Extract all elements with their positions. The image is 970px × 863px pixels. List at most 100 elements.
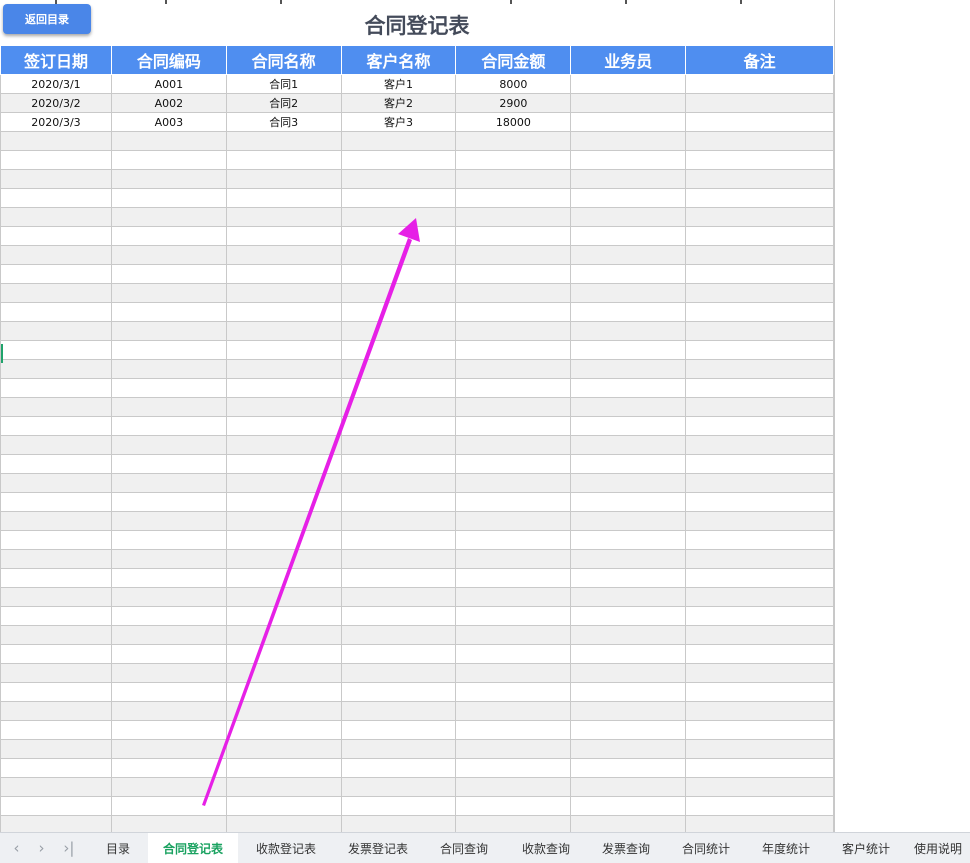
table-cell[interactable] — [685, 815, 834, 832]
table-cell[interactable] — [110, 245, 227, 265]
table-cell[interactable] — [685, 283, 834, 303]
table-cell[interactable]: 合同2 — [225, 93, 342, 113]
table-cell[interactable] — [0, 492, 112, 512]
table-cell[interactable] — [455, 226, 572, 246]
table-cell[interactable] — [110, 796, 227, 816]
table-cell[interactable] — [685, 435, 834, 455]
table-cell[interactable] — [570, 644, 687, 664]
table-cell[interactable] — [340, 454, 457, 474]
table-cell[interactable] — [455, 207, 572, 227]
table-cell[interactable] — [0, 758, 112, 778]
table-cell[interactable]: 2020/3/1 — [0, 74, 112, 94]
table-cell[interactable] — [570, 302, 687, 322]
table-cell[interactable] — [455, 739, 572, 759]
table-cell[interactable] — [570, 378, 687, 398]
table-cell[interactable] — [570, 625, 687, 645]
table-cell[interactable] — [685, 777, 834, 797]
tab-receipt-register[interactable]: 收款登记表 — [238, 833, 334, 863]
table-cell[interactable] — [340, 226, 457, 246]
table-cell[interactable] — [570, 93, 687, 113]
table-cell[interactable] — [110, 568, 227, 588]
table-cell[interactable] — [0, 416, 112, 436]
table-cell[interactable] — [340, 815, 457, 832]
table-cell[interactable] — [685, 587, 834, 607]
table-cell[interactable] — [0, 435, 112, 455]
table-cell[interactable]: 18000 — [455, 112, 572, 132]
table-cell[interactable] — [570, 549, 687, 569]
table-cell[interactable] — [110, 739, 227, 759]
table-cell[interactable] — [570, 587, 687, 607]
table-cell[interactable] — [110, 492, 227, 512]
table-cell[interactable] — [0, 454, 112, 474]
table-cell[interactable] — [340, 644, 457, 664]
table-cell[interactable] — [340, 416, 457, 436]
table-cell[interactable] — [0, 701, 112, 721]
table-cell[interactable] — [225, 131, 342, 151]
table-cell[interactable] — [225, 283, 342, 303]
table-cell[interactable] — [685, 454, 834, 474]
table-cell[interactable] — [570, 283, 687, 303]
tab-invoice-query[interactable]: 发票查询 — [586, 833, 666, 863]
table-cell[interactable] — [0, 207, 112, 227]
tab-instructions[interactable]: 使用说明 — [906, 833, 970, 863]
table-cell[interactable] — [110, 397, 227, 417]
table-cell[interactable] — [570, 435, 687, 455]
table-cell[interactable]: A003 — [110, 112, 227, 132]
table-cell[interactable] — [685, 416, 834, 436]
table-cell[interactable] — [110, 530, 227, 550]
table-cell[interactable] — [455, 587, 572, 607]
table-cell[interactable] — [685, 682, 834, 702]
table-cell[interactable] — [340, 435, 457, 455]
table-cell[interactable] — [0, 264, 112, 284]
table-cell[interactable] — [340, 530, 457, 550]
table-cell[interactable] — [0, 397, 112, 417]
table-cell[interactable] — [110, 226, 227, 246]
table-cell[interactable] — [340, 131, 457, 151]
table-cell[interactable] — [455, 511, 572, 531]
table-cell[interactable] — [0, 283, 112, 303]
table-cell[interactable] — [0, 796, 112, 816]
table-cell[interactable] — [340, 511, 457, 531]
column-header[interactable]: 签订日期 — [0, 45, 112, 75]
table-cell[interactable] — [455, 264, 572, 284]
table-cell[interactable] — [110, 264, 227, 284]
table-cell[interactable] — [110, 340, 227, 360]
table-cell[interactable] — [455, 245, 572, 265]
table-cell[interactable] — [225, 530, 342, 550]
table-cell[interactable] — [455, 359, 572, 379]
tab-customer-stats[interactable]: 客户统计 — [826, 833, 906, 863]
table-cell[interactable]: A002 — [110, 93, 227, 113]
table-cell[interactable] — [570, 245, 687, 265]
table-cell[interactable] — [340, 378, 457, 398]
table-cell[interactable] — [455, 378, 572, 398]
table-cell[interactable] — [225, 701, 342, 721]
table-cell[interactable] — [110, 302, 227, 322]
table-cell[interactable] — [110, 815, 227, 832]
table-cell[interactable] — [570, 777, 687, 797]
table-cell[interactable] — [685, 549, 834, 569]
table-cell[interactable] — [455, 435, 572, 455]
table-cell[interactable] — [570, 720, 687, 740]
tab-receipt-query[interactable]: 收款查询 — [506, 833, 586, 863]
column-header[interactable]: 合同名称 — [225, 45, 342, 75]
table-cell[interactable] — [0, 625, 112, 645]
table-cell[interactable] — [685, 188, 834, 208]
table-cell[interactable] — [0, 131, 112, 151]
table-cell[interactable] — [570, 796, 687, 816]
table-cell[interactable] — [570, 492, 687, 512]
table-cell[interactable] — [455, 796, 572, 816]
tab-annual-stats[interactable]: 年度统计 — [746, 833, 826, 863]
table-cell[interactable] — [225, 264, 342, 284]
chevron-left-icon[interactable]: ‹ — [13, 839, 19, 857]
table-cell[interactable]: 2900 — [455, 93, 572, 113]
table-cell[interactable] — [0, 549, 112, 569]
column-header[interactable]: 业务员 — [570, 45, 687, 75]
table-cell[interactable] — [340, 283, 457, 303]
table-cell[interactable] — [225, 302, 342, 322]
table-cell[interactable] — [340, 739, 457, 759]
table-cell[interactable] — [225, 587, 342, 607]
table-cell[interactable] — [225, 207, 342, 227]
table-cell[interactable] — [455, 644, 572, 664]
table-cell[interactable] — [225, 473, 342, 493]
column-header[interactable]: 合同金额 — [455, 45, 572, 75]
